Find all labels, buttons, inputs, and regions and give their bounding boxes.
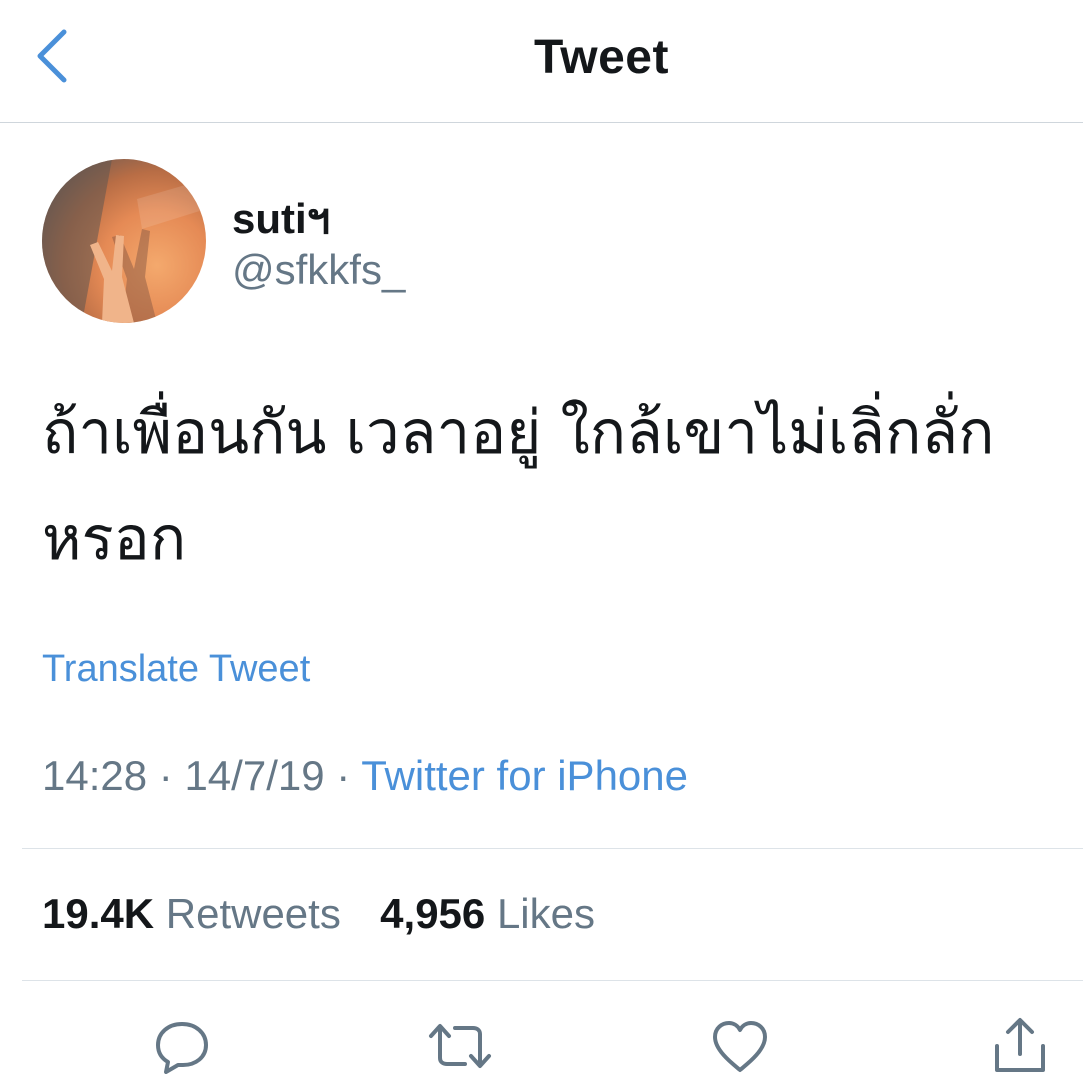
translate-tweet-link[interactable]: Translate Tweet: [42, 648, 310, 691]
avatar-photo: [42, 159, 206, 323]
likes-label: Likes: [496, 890, 596, 937]
heart-icon: [713, 1021, 767, 1072]
like-button[interactable]: [705, 1016, 775, 1076]
reply-icon: [156, 1022, 208, 1074]
avatar[interactable]: [42, 159, 206, 323]
tweet-source-link[interactable]: Twitter for iPhone: [361, 752, 688, 799]
navigation-bar: Tweet: [0, 0, 1083, 123]
tweet-stats: 19.4K Retweets 4,956 Likes: [42, 890, 595, 938]
retweet-button[interactable]: [425, 1016, 495, 1076]
retweets-stat[interactable]: 19.4K Retweets: [42, 890, 341, 937]
tweet-text-line: ถ้าเพื่อนกัน เวลาอยู่ ใกล้เขาไม่เลิ่กลั่…: [42, 398, 995, 468]
display-name[interactable]: sutiฯ: [232, 186, 330, 252]
retweets-label: Retweets: [165, 890, 341, 937]
divider: [22, 848, 1083, 849]
tweet-text: ถ้าเพื่อนกัน เวลาอยู่ ใกล้เขาไม่เลิ่กลั่…: [42, 380, 1052, 592]
tweet-text-line: หรอก: [42, 504, 187, 574]
share-icon: [995, 1018, 1045, 1072]
user-handle[interactable]: @sfkkfs_: [232, 246, 405, 294]
reply-button[interactable]: [147, 1016, 217, 1076]
share-button[interactable]: [985, 1016, 1055, 1076]
meta-separator: ·: [158, 752, 173, 799]
tweet-metadata: 14:28 · 14/7/19 · Twitter for iPhone: [42, 752, 688, 800]
meta-separator: ·: [336, 752, 351, 799]
page-title: Tweet: [534, 31, 669, 84]
tweet-date: 14/7/19: [184, 752, 325, 799]
likes-count: 4,956: [380, 890, 486, 937]
tweet-time: 14:28: [42, 752, 148, 799]
likes-stat[interactable]: 4,956 Likes: [380, 890, 595, 937]
retweet-icon: [429, 1024, 491, 1068]
retweets-count: 19.4K: [42, 890, 155, 937]
nav-divider: [0, 122, 1083, 123]
divider: [22, 980, 1083, 981]
